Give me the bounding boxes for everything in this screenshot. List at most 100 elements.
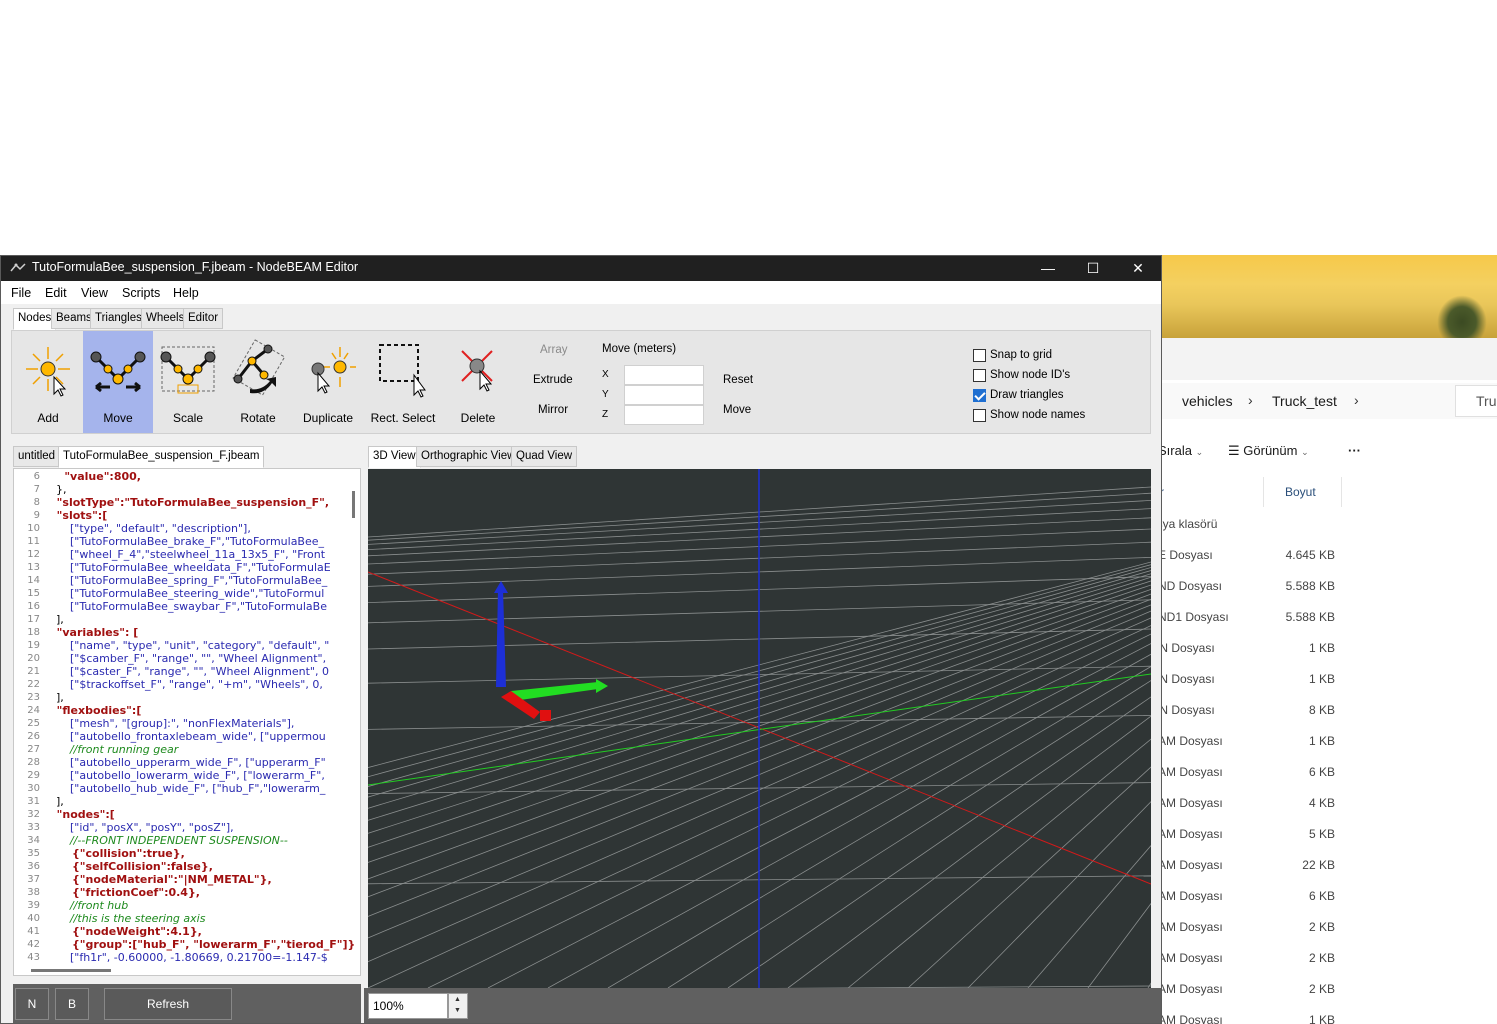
menu-file[interactable]: File <box>11 286 31 300</box>
more-options-icon[interactable]: ··· <box>1348 443 1361 458</box>
tab-editor[interactable]: Editor <box>183 308 224 329</box>
file-row[interactable]: EAM Dosyası 5 KB <box>1150 819 1497 850</box>
tab-orthographic-view[interactable]: Orthographic View <box>416 446 521 467</box>
file-row[interactable]: AE Dosyası 4.645 KB <box>1150 540 1497 571</box>
snap-to-grid-checkbox[interactable] <box>973 349 986 362</box>
move-apply-button[interactable]: Move <box>723 404 751 416</box>
explorer-address-bar[interactable]: › vehicles › Truck_test › Tru <box>1150 383 1497 419</box>
menu-view[interactable]: View <box>81 286 108 300</box>
refresh-button[interactable]: Refresh <box>104 988 232 1020</box>
show-node-names-checkbox[interactable] <box>973 409 986 422</box>
gizmo-z-arrowhead <box>494 581 508 593</box>
column-separator[interactable] <box>1341 477 1342 507</box>
sort-button[interactable]: Sırala ⌄ <box>1158 443 1203 458</box>
move-z-input[interactable] <box>624 405 704 425</box>
delete-tool-button[interactable]: Delete <box>443 331 513 433</box>
move-y-input[interactable] <box>624 385 704 405</box>
vertical-scrollbar[interactable] <box>352 491 355 518</box>
file-row[interactable]: EAM Dosyası 6 KB <box>1150 757 1497 788</box>
mirror-button[interactable]: Mirror <box>538 404 568 416</box>
pane-splitter[interactable] <box>361 446 368 1023</box>
breadcrumb-vehicles[interactable]: vehicles <box>1182 393 1233 409</box>
file-size-cell: 5 KB <box>1308 827 1335 841</box>
file-row[interactable]: ON Dosyası 1 KB <box>1150 633 1497 664</box>
menu-help[interactable]: Help <box>173 286 199 300</box>
explorer-header-image <box>1150 255 1497 340</box>
zoom-input[interactable]: 100% <box>368 993 448 1019</box>
explorer-search-box[interactable]: Tru <box>1455 385 1497 417</box>
grid-line <box>1147 982 1151 988</box>
close-button[interactable]: ✕ <box>1115 256 1161 281</box>
x-axis-label: X <box>602 369 609 380</box>
line-text: "variables": [ <box>49 626 139 639</box>
rotate-tool-button[interactable]: Rotate <box>223 331 293 433</box>
add-tool-button[interactable]: Add <box>13 331 83 433</box>
breadcrumb-truck-test[interactable]: Truck_test <box>1272 393 1337 409</box>
line-number: 6 <box>33 471 40 482</box>
menu-scripts[interactable]: Scripts <box>122 286 160 300</box>
line-number: 20 <box>27 653 40 664</box>
file-row[interactable]: EAM Dosyası 2 KB <box>1150 912 1497 943</box>
move-tool-button[interactable]: Move <box>83 331 153 433</box>
tab-jbeam-file[interactable]: TutoFormulaBee_suspension_F.jbeam <box>58 446 265 468</box>
scale-node-icon <box>160 346 216 394</box>
editor-tab-bar: untitled TutoFormulaBee_suspension_F.jbe… <box>13 446 361 468</box>
file-row[interactable]: END1 Dosyası 5.588 KB <box>1150 602 1497 633</box>
file-row[interactable]: EAM Dosyası 2 KB <box>1150 974 1497 1005</box>
3d-viewport[interactable] <box>368 469 1151 988</box>
chevron-down-icon: ⌄ <box>1301 447 1309 457</box>
file-size-cell: 6 KB <box>1308 889 1335 903</box>
line-number: 12 <box>27 549 40 560</box>
file-row[interactable]: osya klasörü <box>1150 509 1497 540</box>
grid-line <box>667 680 1151 988</box>
show-node-ids-checkbox[interactable] <box>973 369 986 382</box>
duplicate-tool-button[interactable]: Duplicate <box>293 331 363 433</box>
view-button[interactable]: ☰ Görünüm ⌄ <box>1228 443 1309 459</box>
file-row[interactable]: ON Dosyası 1 KB <box>1150 664 1497 695</box>
minimize-button[interactable]: — <box>1025 256 1071 281</box>
scale-tool-button[interactable]: Scale <box>153 331 223 433</box>
file-row[interactable]: EAM Dosyası 22 KB <box>1150 850 1497 881</box>
code-line: 10 ["type", "default", "description"], <box>14 522 354 535</box>
line-text: "flexbodies":[ <box>49 704 142 717</box>
line-text: ["id", "posX", "posY", "posZ"], <box>49 821 234 834</box>
mode-tab-bar: Nodes Beams Triangles Wheels Editor <box>13 308 413 330</box>
file-row[interactable]: EAM Dosyası 6 KB <box>1150 881 1497 912</box>
title-bar[interactable]: TutoFormulaBee_suspension_F.jbeam - Node… <box>1 256 1161 281</box>
line-number: 43 <box>27 952 40 963</box>
move-x-input[interactable] <box>624 365 704 385</box>
tab-triangles[interactable]: Triangles <box>90 308 147 329</box>
tab-untitled[interactable]: untitled <box>13 446 61 467</box>
file-row[interactable]: EAM Dosyası 4 KB <box>1150 788 1497 819</box>
gizmo-z-arrow[interactable] <box>496 589 506 687</box>
array-button[interactable]: Array <box>540 344 567 356</box>
reset-button[interactable]: Reset <box>723 374 753 386</box>
gizmo-y-arrow[interactable] <box>511 682 598 701</box>
line-number: 36 <box>27 861 40 872</box>
move-gizmo[interactable] <box>494 581 608 721</box>
tab-3d-view[interactable]: 3D View <box>368 446 421 468</box>
horizontal-scrollbar[interactable] <box>31 969 111 972</box>
line-text: //this is the steering axis <box>49 912 206 925</box>
file-row[interactable]: END Dosyası 5.588 KB <box>1150 571 1497 602</box>
file-row[interactable]: EAM Dosyası 1 KB <box>1150 1005 1497 1024</box>
draw-triangles-checkbox[interactable] <box>973 389 986 402</box>
file-row[interactable]: ON Dosyası 8 KB <box>1150 695 1497 726</box>
b-button[interactable]: B <box>55 988 89 1020</box>
column-size-header[interactable]: Boyut <box>1285 485 1316 499</box>
spin-down-icon[interactable]: ▼ <box>454 1007 461 1014</box>
file-row[interactable]: EAM Dosyası 1 KB <box>1150 726 1497 757</box>
rect-select-tool-button[interactable]: Rect. Select <box>367 331 439 433</box>
spin-up-icon[interactable]: ▲ <box>454 996 461 1003</box>
n-button[interactable]: N <box>15 988 49 1020</box>
tab-quad-view[interactable]: Quad View <box>511 446 578 467</box>
column-separator[interactable] <box>1263 477 1264 507</box>
file-row[interactable]: EAM Dosyası 2 KB <box>1150 943 1497 974</box>
extrude-button[interactable]: Extrude <box>533 374 573 386</box>
tab-nodes[interactable]: Nodes <box>13 308 57 330</box>
maximize-button[interactable]: ☐ <box>1070 256 1116 281</box>
menu-edit[interactable]: Edit <box>45 286 67 300</box>
zoom-spinner[interactable]: ▲ ▼ <box>448 993 468 1019</box>
code-editor[interactable]: 6 "value":800, 7 }, 8 "slotType":"TutoForm… <box>13 468 361 976</box>
line-number: 38 <box>27 887 40 898</box>
